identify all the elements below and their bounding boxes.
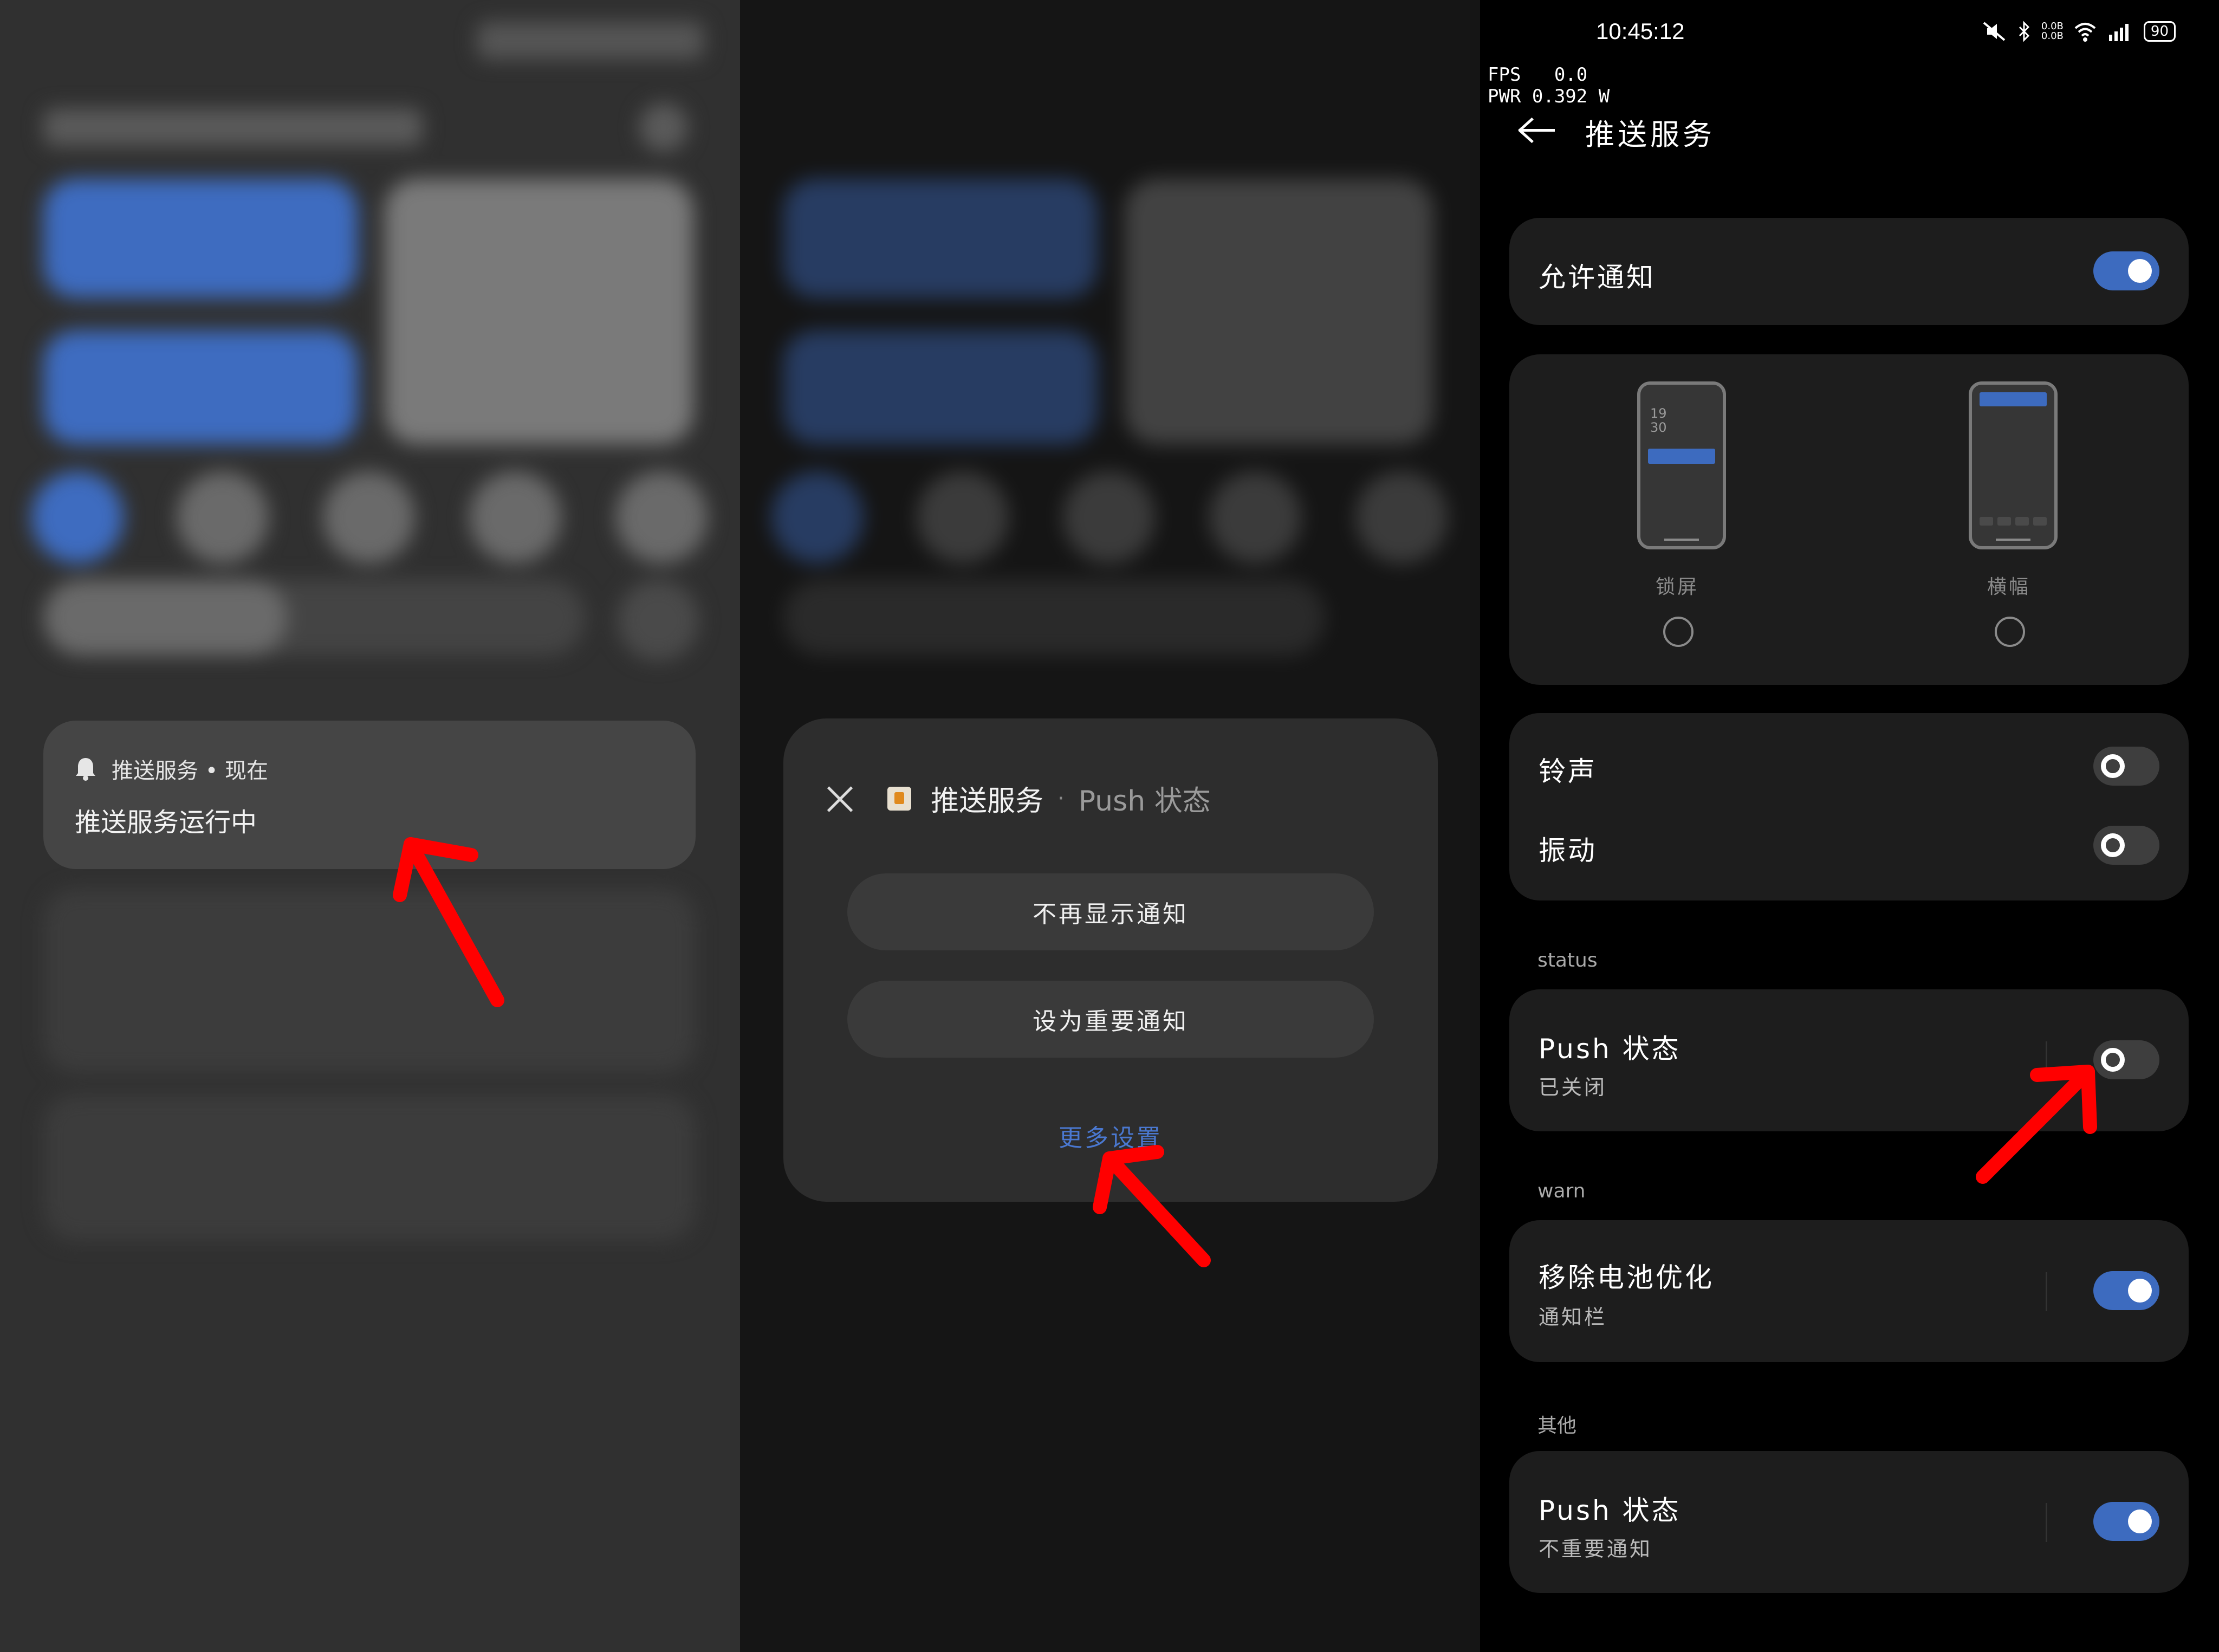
bell-icon (76, 758, 95, 781)
banner-radio[interactable] (1995, 617, 2025, 647)
allow-notifications-toggle[interactable] (2093, 251, 2159, 290)
dialog-header: 推送服务 · Push 状态 (825, 778, 1211, 819)
more-settings-link[interactable]: 更多设置 (783, 1118, 1438, 1153)
bluetooth-icon (2019, 21, 2030, 42)
push-status-unimportant-subtitle: 不重要通知 (1539, 1537, 1653, 1561)
power-readout: PWR 0.392 W (1488, 86, 1610, 107)
notification-header: 推送服务 • 现在 (75, 753, 268, 785)
set-important-button[interactable]: 设为重要通知 (847, 981, 1374, 1058)
section-header-status: status (1537, 949, 1598, 971)
mute-icon (1983, 22, 2006, 41)
banner-label: 横幅 (1987, 576, 2031, 598)
battery-optimization-toggle[interactable] (2093, 1271, 2159, 1310)
close-icon[interactable] (825, 783, 855, 814)
vibrate-toggle[interactable] (2093, 826, 2159, 865)
stop-showing-button[interactable]: 不再显示通知 (847, 873, 1374, 950)
push-status-unimportant-toggle[interactable] (2093, 1502, 2159, 1541)
push-status-title: Push 状态 (1539, 1033, 1681, 1065)
notification-options-panel: 推送服务 · Push 状态 不再显示通知 设为重要通知 更多设置 (740, 0, 1480, 1652)
perf-overlay: FPS 0.0 PWR 0.392 W (1488, 64, 1610, 107)
battery-optimization-row[interactable]: 移除电池优化 通知栏 (1509, 1220, 2189, 1362)
fps-readout: FPS 0.0 (1488, 64, 1588, 86)
back-arrow-icon[interactable] (1518, 117, 1557, 144)
ringtone-toggle[interactable] (2093, 747, 2159, 786)
push-service-notification[interactable]: 推送服务 • 现在 推送服务运行中 (43, 721, 696, 869)
push-status-unimportant-row[interactable]: Push 状态 不重要通知 (1509, 1451, 2189, 1593)
allow-notifications-row[interactable]: 允许通知 (1509, 218, 2189, 325)
push-status-toggle[interactable] (2093, 1040, 2159, 1079)
section-header-other: 其他 (1537, 1415, 1577, 1437)
notification-body: 推送服务运行中 (75, 807, 257, 838)
notification-options-dialog: 推送服务 · Push 状态 不再显示通知 设为重要通知 更多设置 (783, 718, 1438, 1202)
dialog-channel-name: Push 状态 (1078, 785, 1211, 818)
app-icon (887, 786, 911, 811)
allow-notifications-label: 允许通知 (1539, 262, 1656, 293)
banner-preview[interactable] (1969, 381, 2058, 549)
battery-indicator: 90 (2143, 21, 2176, 42)
sound-vibrate-card: 铃声 振动 (1509, 713, 2189, 900)
ringtone-label: 铃声 (1539, 756, 1597, 787)
battery-optimization-title: 移除电池优化 (1539, 1262, 1714, 1293)
notification-header-text: 推送服务 • 现在 (112, 759, 269, 783)
push-service-settings-panel: 10:45:12 0.0B 0.0B 90 FPS 0.0 PWR 0.392 … (1480, 0, 2219, 1652)
notification-shade-panel: 推送服务 • 现在 推送服务运行中 (0, 0, 740, 1652)
lockscreen-preview[interactable]: 19 30 (1637, 381, 1726, 549)
push-status-subtitle: 已关闭 (1539, 1076, 1607, 1099)
status-bar-icons: 0.0B 0.0B 90 (1981, 21, 2176, 42)
lockscreen-clock: 19 30 (1650, 406, 1667, 435)
wifi-icon (2074, 23, 2096, 42)
battery-optimization-subtitle: 通知栏 (1539, 1305, 1607, 1329)
lockscreen-label: 锁屏 (1656, 576, 1699, 598)
data-speed-icon: 0.0B 0.0B (2041, 21, 2064, 42)
section-header-warn: warn (1537, 1180, 1586, 1202)
vibrate-label: 振动 (1539, 835, 1597, 866)
signal-5g-icon (2108, 24, 2129, 41)
status-bar-time: 10:45:12 (1596, 18, 1685, 44)
notification-style-card: 19 30 锁屏 横幅 (1509, 354, 2189, 685)
page-title: 推送服务 (1585, 118, 1715, 152)
dialog-separator: · (1057, 786, 1065, 811)
push-status-unimportant-title: Push 状态 (1539, 1495, 1681, 1526)
push-status-row[interactable]: Push 状态 已关闭 (1509, 989, 2189, 1131)
dialog-app-name: 推送服务 (931, 785, 1044, 818)
lockscreen-radio[interactable] (1663, 617, 1694, 647)
